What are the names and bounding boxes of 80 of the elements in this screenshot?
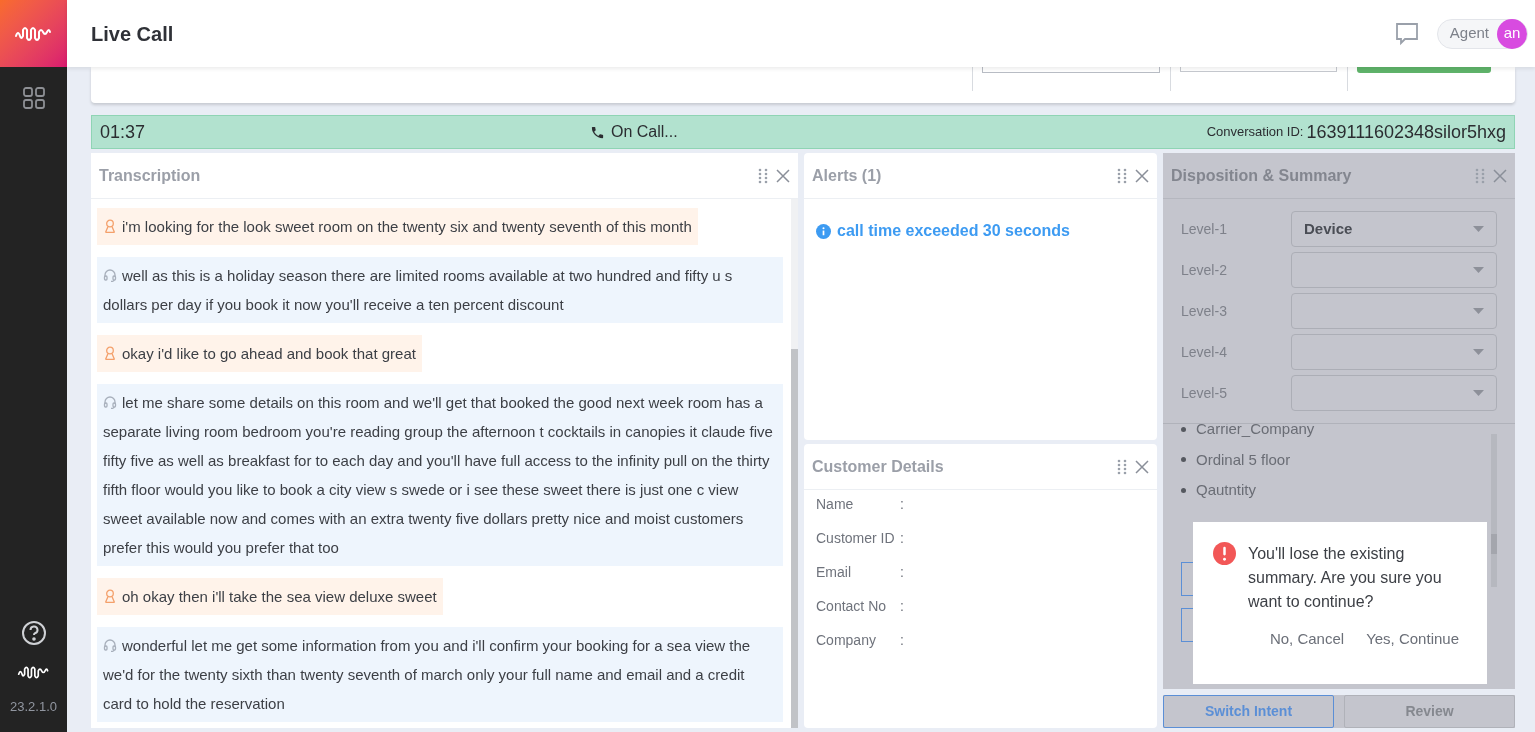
scrollbar-thumb[interactable] [791,349,798,728]
phone-icon [590,124,605,140]
user-avatar: an [1497,18,1527,49]
drag-handle-icon[interactable] [1475,167,1485,184]
drag-handle-icon[interactable] [758,167,768,184]
summary-item: Carrier_Company [1196,424,1315,439]
call-status: On Call... [611,122,678,142]
conversation-id-label: Conversation ID: [1206,123,1304,142]
customer-message: okay i'd like to go ahead and book that great [97,335,422,372]
dialog-message: You'll lose the existing summary. Are you sure you want to continue? [1248,544,1443,612]
level-dropdown[interactable] [1291,334,1497,370]
field-separator: : [900,597,904,616]
action-button[interactable] [1357,67,1491,73]
level-dropdown[interactable] [1291,293,1497,329]
user-label: Agent [1449,23,1489,44]
person-icon [103,346,117,360]
help-icon[interactable] [20,619,47,646]
bullet-icon [1181,426,1186,432]
field-label: Customer ID [816,529,896,548]
headset-icon [103,268,117,282]
info-icon [816,223,831,239]
version-label: 23.2.1.0 [10,697,57,716]
field-label: Company [816,631,877,650]
level-label: Level-5 [1181,383,1228,403]
cancel-button[interactable]: No, Cancel [1269,628,1345,651]
drag-handle-icon[interactable] [1117,458,1127,475]
field-separator: : [900,529,904,548]
panel-title: Customer Details [812,456,944,477]
close-icon[interactable] [1493,168,1507,183]
field-separator: : [900,495,904,514]
headset-icon [103,395,117,409]
agent-message: let me share some details on this room and we'll get that booked the good next week room has a separate living room bedroom you're reading group the afternoon t cocktails in canopies it claude five fifty five as well as breakfast for to each day and you'll have full access to the infinity pull on the thirty fifth floor would you like to book a city view s swede or i see these sweet there is just one c view sweet available now and comes with an extra twenty five dollars pretty nice and moist customers prefer this would you prefer that too [97,384,783,566]
panel-title: Transcription [99,165,201,186]
level-label: Level-4 [1181,342,1228,362]
person-icon [103,219,117,233]
panel-title: Disposition & Summary [1171,165,1352,186]
agent-message: well as this is a holiday season there are limited rooms available at two hundred and fifty u s dollars per day if you book it now you'll receive a ten percent discount [97,257,783,323]
person-icon [103,589,117,603]
caret-icon [1473,349,1484,355]
drag-handle-icon[interactable] [1117,167,1127,184]
field-separator: : [900,631,904,650]
app-logo[interactable] [0,0,67,67]
level-dropdown[interactable] [1291,252,1497,288]
panel-title: Alerts (1) [812,165,882,186]
level-dropdown[interactable]: Device [1291,211,1497,247]
caret-icon [1473,267,1484,273]
headset-icon [103,638,117,652]
agent-message: wonderful let me get some information from you and i'll confirm your booking for a sea view the we'd for the twenty sixth than twenty seventh of march only your full name and email and a credit card to hold the reservation [97,627,783,722]
level-label: Level-3 [1181,301,1228,321]
field-label: Contact No [816,597,888,616]
caret-icon [1473,226,1484,232]
bullet-icon [1181,487,1186,493]
level-label: Level-1 [1181,219,1228,239]
warning-icon [1213,542,1236,565]
level-dropdown[interactable] [1291,375,1497,411]
close-icon[interactable] [1135,168,1149,183]
page-title: Live Call [91,21,174,47]
conversation-id: 1639111602348silor5hxg [1306,120,1506,144]
input-field[interactable] [982,67,1160,73]
continue-button[interactable]: Yes, Continue [1366,628,1459,651]
bullet-icon [1181,457,1186,463]
customer-message: i'm looking for the look sweet room on the twenty six and twenty seventh of this month [97,208,698,245]
caret-icon [1473,308,1484,314]
level-label: Level-2 [1181,260,1228,280]
field-label: Email [816,563,852,582]
grid-icon[interactable] [22,87,45,109]
chat-icon[interactable] [1394,21,1419,46]
scrollbar-thumb[interactable] [1491,534,1497,554]
alert-message: call time exceeded 30 seconds [837,221,1070,241]
caret-icon [1473,390,1484,396]
call-timer: 01:37 [100,120,147,144]
summary-item: Ordinal 5 floor [1196,449,1291,470]
field-label: Name [816,495,855,514]
user-menu[interactable]: Agent an [1436,18,1528,49]
input-field[interactable] [1180,67,1337,72]
summary-item: Qautntity [1196,480,1257,500]
close-icon[interactable] [1135,459,1149,474]
field-separator: : [900,563,904,582]
customer-message: oh okay then i'll take the sea view deluxe sweet [97,578,443,615]
close-icon[interactable] [776,168,790,183]
